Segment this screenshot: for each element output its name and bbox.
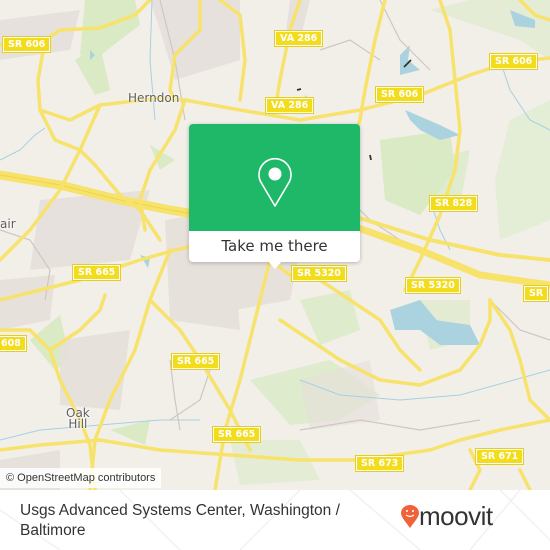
map-pin-icon bbox=[258, 157, 292, 207]
place-label-herndon: Herndon bbox=[128, 91, 180, 105]
map-attribution[interactable]: © OpenStreetMap contributors bbox=[0, 468, 162, 488]
take-me-there-button[interactable]: Take me there bbox=[189, 231, 360, 262]
popup-pointer bbox=[268, 261, 282, 269]
take-me-there-popup[interactable]: Take me there bbox=[189, 124, 360, 269]
route-shield: SR 828 bbox=[428, 195, 479, 212]
moovit-wordmark: moovit bbox=[419, 501, 493, 531]
route-shield: SR 673 bbox=[354, 455, 405, 472]
route-shield: SR 606 bbox=[488, 53, 539, 70]
route-shield: SR 5320 bbox=[405, 277, 461, 294]
route-shield: SR 665 bbox=[71, 264, 122, 281]
route-shield: 608 bbox=[0, 335, 27, 352]
place-label-oak-hill: Oak Hill bbox=[66, 406, 90, 431]
footer: Usgs Advanced Systems Center, Washington… bbox=[0, 490, 550, 550]
map-view[interactable]: Herndon Oak Hill air SR 606 VA 286 VA 28… bbox=[0, 0, 550, 490]
place-label-fair: air bbox=[0, 217, 16, 231]
route-shield: SR 5320 bbox=[291, 265, 347, 282]
route-shield: SR 671 bbox=[474, 448, 525, 465]
route-shield: SR 665 bbox=[211, 426, 262, 443]
route-shield: SR 606 bbox=[374, 86, 425, 103]
popup-header bbox=[189, 124, 360, 231]
route-shield: SR 665 bbox=[170, 353, 221, 370]
route-shield: VA 286 bbox=[273, 30, 324, 47]
route-shield: SR bbox=[522, 285, 550, 302]
route-shield: SR 606 bbox=[1, 36, 52, 53]
location-title: Usgs Advanced Systems Center, Washington… bbox=[20, 502, 340, 539]
route-shield: VA 286 bbox=[264, 97, 315, 114]
moovit-pin-icon bbox=[401, 505, 419, 528]
